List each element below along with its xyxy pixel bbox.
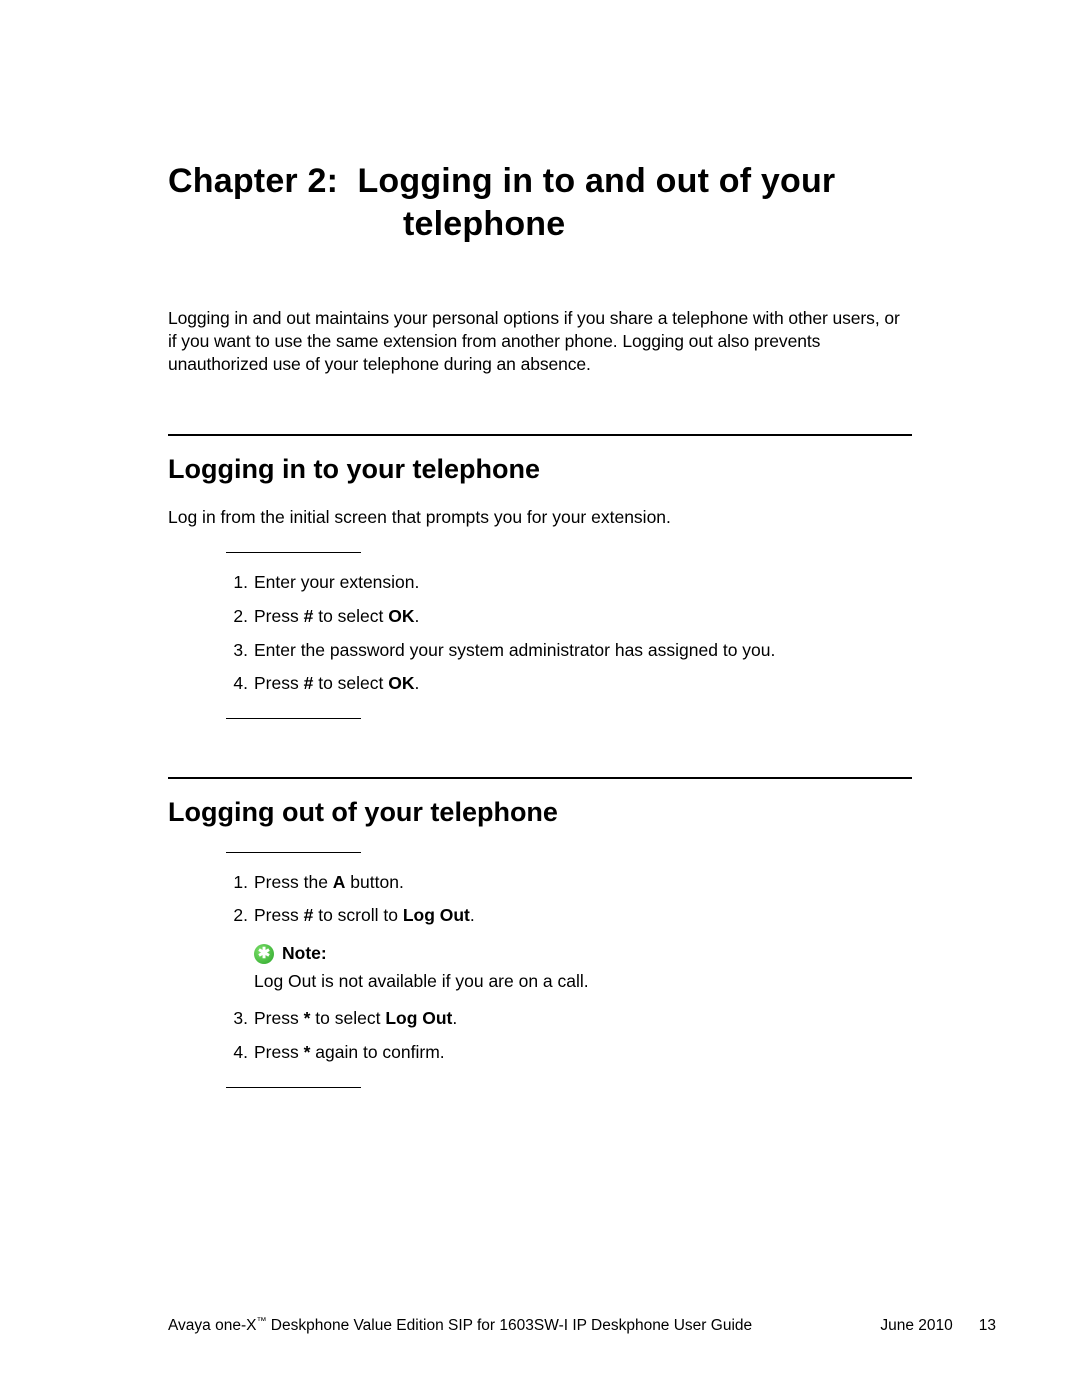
list-item: 2.Press # to select OK. <box>226 605 912 629</box>
note-block: ✱ Note: Log Out is not available if you … <box>254 942 912 993</box>
page-footer: Avaya one-X™ Deskphone Value Edition SIP… <box>168 1316 996 1335</box>
list-item: 1.Press the A button. <box>226 871 912 895</box>
footer-date: June 2010 <box>880 1317 952 1335</box>
steps-rule-top <box>226 852 361 853</box>
login-steps: 1.Enter your extension. 2.Press # to sel… <box>226 571 912 696</box>
note-label: Note: <box>282 942 327 966</box>
chapter-title-line2: telephone <box>168 203 565 246</box>
section-divider <box>168 434 912 436</box>
section-title-logout: Logging out of your telephone <box>168 797 912 828</box>
document-page: Chapter 2: Logging in to and out of your… <box>0 0 1080 1397</box>
note-head: ✱ Note: <box>254 942 912 966</box>
list-item: 4.Press # to select OK. <box>226 672 912 696</box>
list-item: 3.Press * to select Log Out. <box>226 1007 912 1031</box>
list-item: 2.Press # to scroll to Log Out. ✱ Note: … <box>226 904 912 993</box>
logout-steps: 1.Press the A button. 2.Press # to scrol… <box>226 871 912 1065</box>
section-divider <box>168 777 912 779</box>
list-item: 3.Enter the password your system adminis… <box>226 639 912 663</box>
note-body: Log Out is not available if you are on a… <box>254 970 912 994</box>
chapter-title-line1: Logging in to and out of your <box>357 162 835 200</box>
steps-rule-bottom <box>226 718 361 719</box>
section-intro-login: Log in from the initial screen that prom… <box>168 507 912 528</box>
chapter-title: Chapter 2: Logging in to and out of your… <box>168 160 912 245</box>
note-icon: ✱ <box>254 944 274 964</box>
list-item: 4.Press * again to confirm. <box>226 1041 912 1065</box>
section-title-login: Logging in to your telephone <box>168 454 912 485</box>
steps-rule-bottom <box>226 1087 361 1088</box>
list-item: 1.Enter your extension. <box>226 571 912 595</box>
footer-product: Avaya one-X™ Deskphone Value Edition SIP… <box>168 1316 752 1335</box>
chapter-prefix: Chapter 2: <box>168 162 338 200</box>
steps-rule-top <box>226 552 361 553</box>
footer-meta: June 2010 13 <box>880 1317 996 1335</box>
chapter-intro: Logging in and out maintains your person… <box>168 307 912 376</box>
footer-page-number: 13 <box>979 1317 996 1335</box>
